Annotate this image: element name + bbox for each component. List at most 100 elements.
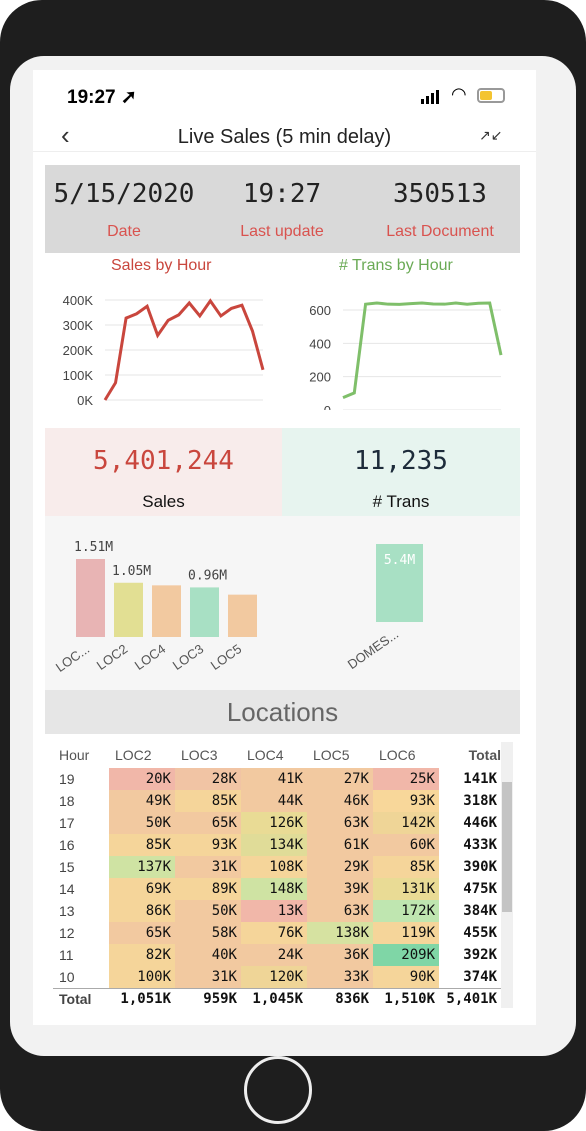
value-cell: 172K [373,900,439,922]
value-cell: 148K [241,878,307,900]
locations-title: Locations [45,690,520,734]
value-cell: 20K [109,768,175,790]
column-header[interactable]: LOC4 [241,742,307,768]
status-time: 19:27 ➚ [67,87,137,108]
sales-chart-title: Sales by Hour [111,257,212,274]
value-cell: 31K [175,856,241,878]
row-total-cell: 374K [463,968,497,985]
y-tick-label: 400 [309,336,331,351]
hour-column-header[interactable]: Hour [53,742,109,768]
hour-cell: 17 [59,815,75,831]
value-cell: 134K [241,834,307,856]
sales-by-hour-chart[interactable]: 400K 300K 200K 100K 0K [45,280,275,410]
series-line [342,301,503,400]
sales-label: Sales [142,492,185,511]
row-total-cell: 318K [463,793,497,809]
value-cell: 86K [109,900,175,922]
value-cell: 108K [241,856,307,878]
table-row[interactable]: 15 137K 31K 108K 29K 85K 390K [53,856,501,878]
table-row[interactable]: 12 65K 58K 76K 138K 119K 455K [53,922,501,944]
y-tick-label: 400K [63,293,94,308]
value-cell: 120K [241,966,307,988]
bar [114,582,143,637]
status-bar: 19:27 ➚ ◠ [33,70,536,122]
bar-category-label: LOC4 [132,641,168,673]
value-cell: 41K [241,768,307,790]
hour-cell: 19 [59,771,75,787]
y-tick-label: 200K [63,343,94,358]
bar-value-label: 1.05M [112,564,151,579]
value-cell: 65K [175,812,241,834]
row-total-cell: 390K [463,859,497,875]
table-row[interactable]: 13 86K 50K 13K 63K 172K 384K [53,900,501,922]
locations-table: Hour LOC2 LOC3 LOC4 LOC5 LOC6 Total 19 20K 28K 41… [53,742,501,1010]
value-cell: 29K [307,856,373,878]
table-row[interactable]: 19 20K 28K 41K 27K 25K 141K [53,768,501,790]
hour-cell: 15 [59,859,75,875]
value-cell: 65K [109,922,175,944]
value-cell: 63K [307,900,373,922]
trans-card[interactable]: 11,235 # Trans [282,428,520,516]
y-tick-label: 100K [63,368,94,383]
value-cell: 82K [109,944,175,966]
table-scrollbar[interactable] [501,742,513,1008]
value-cell: 138K [307,922,373,944]
column-header[interactable]: LOC2 [109,742,175,768]
table-row[interactable]: 11 82K 40K 24K 36K 209K 392K [53,944,501,966]
value-cell: 49K [109,790,175,812]
kpi-last-document: 350513 Last Document [361,179,519,241]
bar-value-label: 5.4M [384,553,415,568]
value-cell: 76K [241,922,307,944]
sales-by-channel-chart[interactable]: 5.4M DOMES... [305,516,520,690]
total-label: Total [53,987,109,1010]
column-header[interactable]: LOC3 [175,742,241,768]
bar [228,594,257,637]
value-cell: 50K [175,900,241,922]
bar-category-label: LOC3 [170,641,206,673]
row-total-cell: 475K [463,881,497,897]
hour-cell: 10 [59,968,75,985]
wifi-icon: ◠ [451,84,467,105]
column-total-cell: 959K [175,987,241,1010]
value-cell: 142K [373,812,439,834]
value-cell: 58K [175,922,241,944]
column-header[interactable]: LOC6 [373,742,439,768]
value-cell: 93K [175,834,241,856]
column-header[interactable]: LOC5 [307,742,373,768]
table-row[interactable]: 14 69K 89K 148K 39K 131K 475K [53,878,501,900]
value-cell: 119K [373,922,439,944]
table-row[interactable]: 16 85K 93K 134K 61K 60K 433K [53,834,501,856]
value-cell: 28K [175,768,241,790]
bar-value-label: 1.51M [74,540,113,555]
column-total-cell: 5,401K [439,987,501,1010]
table-row[interactable]: 17 50K 65K 126K 63K 142K 446K [53,812,501,834]
kpi-date-label: Date [107,223,141,240]
value-cell: 85K [175,790,241,812]
column-total-cell: 1,045K [241,987,307,1010]
sales-by-location-chart[interactable]: 1.51M LOC... 1.05M LOC2 LOC4 0.96M LOC3 LOC5 [45,516,285,690]
row-total-cell: 446K [463,815,497,831]
total-row: Total 1,051K 959K 1,045K 836K 1,510K 5,401K [53,987,501,1010]
y-tick-label: 600 [309,303,331,318]
value-cell: 61K [307,834,373,856]
row-total-cell: 141K [463,771,497,787]
value-cell: 60K [373,834,439,856]
app-screen: 19:27 ➚ ◠ ‹ Live Sales (5 min delay) ↗↙ … [33,70,536,1025]
table-row[interactable]: 10 100K 31K 120K 33K 90K 374K [53,966,501,988]
column-header[interactable]: Total [439,742,501,768]
row-total-cell: 392K [463,947,497,963]
value-cell: 100K [109,966,175,988]
row-total-cell: 433K [463,837,497,853]
table-row[interactable]: 18 49K 85K 44K 46K 93K 318K [53,790,501,812]
value-cell: 63K [307,812,373,834]
trans-by-hour-chart[interactable]: 600 400 200 0 [283,280,513,410]
home-button[interactable] [244,1056,312,1124]
collapse-icon[interactable]: ↗↙ [479,128,502,144]
signal-icon [421,90,439,104]
sales-card[interactable]: 5,401,244 Sales [45,428,282,516]
value-cell: 33K [307,966,373,988]
value-cell: 85K [109,834,175,856]
sales-value: 5,401,244 [93,446,234,476]
y-tick-label: 300K [63,318,94,333]
y-tick-label: 0K [77,393,93,408]
